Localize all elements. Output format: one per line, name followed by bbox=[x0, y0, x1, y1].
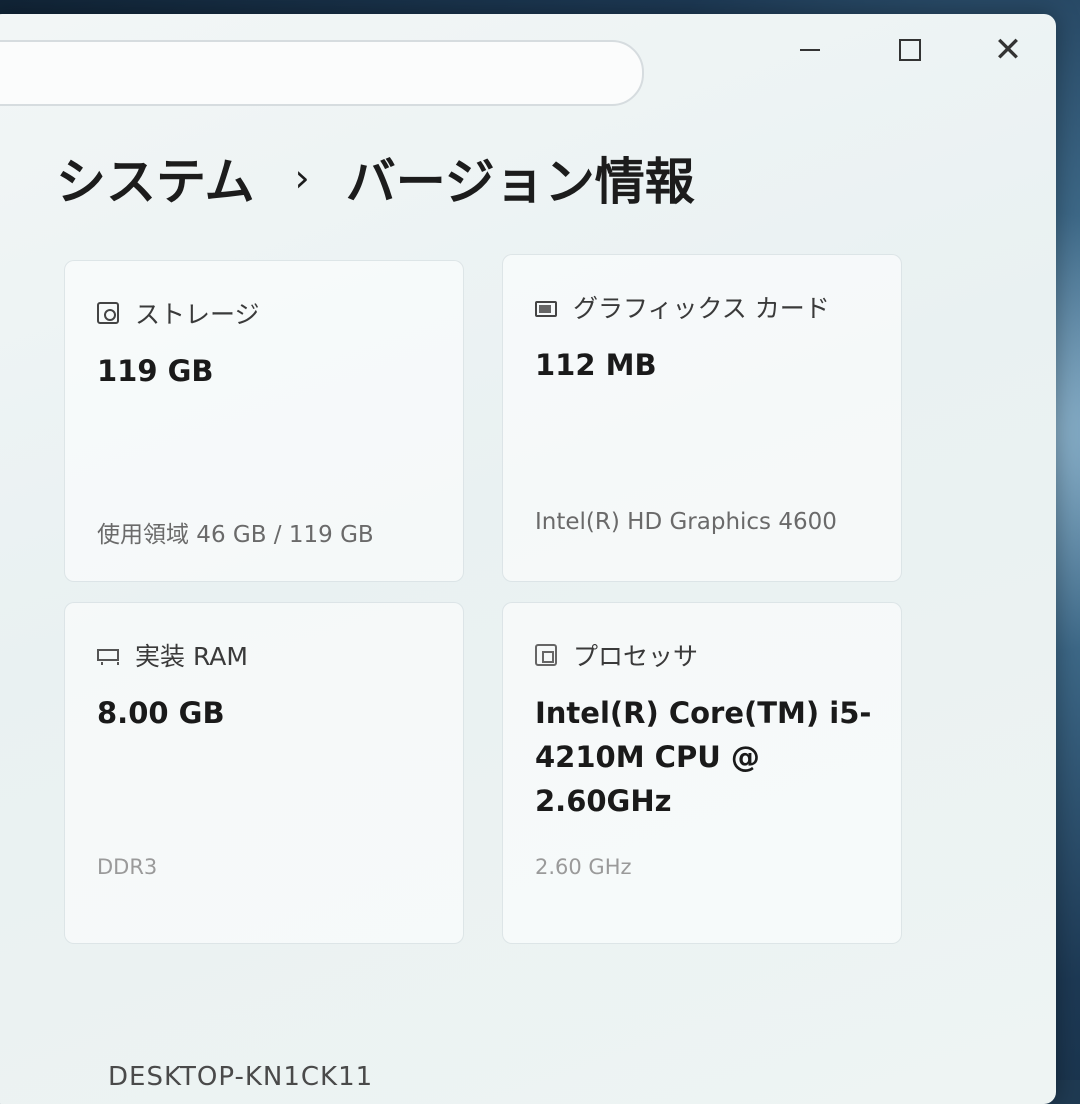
ram-card: 実装 RAM 8.00 GB DDR3 bbox=[64, 602, 464, 944]
ram-header: 実装 RAM bbox=[97, 637, 248, 673]
graphics-value: 112 MB bbox=[535, 343, 895, 387]
maximize-button[interactable] bbox=[880, 28, 940, 72]
ram-detail: DDR3 bbox=[97, 855, 157, 879]
ram-value: 8.00 GB bbox=[97, 691, 457, 735]
processor-value: Intel(R) Core(TM) i5-4210M CPU @ 2.60GHz bbox=[535, 691, 895, 823]
breadcrumb-separator-icon: › bbox=[295, 156, 310, 200]
maximize-icon bbox=[899, 39, 921, 61]
storage-card: ストレージ 119 GB 使用領域 46 GB / 119 GB bbox=[64, 260, 464, 582]
ram-icon bbox=[97, 649, 119, 661]
processor-icon bbox=[535, 644, 557, 666]
graphics-header: グラフィックス カード bbox=[535, 289, 830, 325]
search-input[interactable] bbox=[0, 40, 644, 106]
page-title: バージョン情報 bbox=[346, 142, 695, 214]
storage-detail: 使用領域 46 GB / 119 GB bbox=[97, 515, 374, 549]
graphics-detail: Intel(R) HD Graphics 4600 bbox=[535, 509, 837, 535]
ram-label: 実装 RAM bbox=[135, 637, 248, 673]
processor-header: プロセッサ bbox=[535, 637, 698, 673]
breadcrumb-system[interactable]: システム bbox=[56, 142, 255, 214]
graphics-label: グラフィックス カード bbox=[573, 289, 830, 325]
storage-label: ストレージ bbox=[135, 295, 260, 331]
storage-value: 119 GB bbox=[97, 349, 457, 393]
minimize-icon bbox=[800, 49, 820, 51]
breadcrumb: システム › バージョン情報 bbox=[56, 142, 695, 214]
processor-label: プロセッサ bbox=[573, 637, 698, 673]
graphics-card-icon bbox=[535, 301, 557, 317]
storage-icon bbox=[97, 302, 119, 324]
close-button[interactable]: ✕ bbox=[978, 28, 1038, 72]
storage-header: ストレージ bbox=[97, 295, 260, 331]
close-icon: ✕ bbox=[994, 33, 1023, 67]
minimize-button[interactable] bbox=[780, 28, 840, 72]
device-name: DESKTOP-KN1CK11 bbox=[108, 1062, 373, 1092]
processor-detail: 2.60 GHz bbox=[535, 855, 632, 879]
graphics-card-card: グラフィックス カード 112 MB Intel(R) HD Graphics … bbox=[502, 254, 902, 582]
settings-window: ✕ システム › バージョン情報 ストレージ 119 GB 使用領域 46 GB… bbox=[0, 14, 1056, 1104]
processor-card: プロセッサ Intel(R) Core(TM) i5-4210M CPU @ 2… bbox=[502, 602, 902, 944]
